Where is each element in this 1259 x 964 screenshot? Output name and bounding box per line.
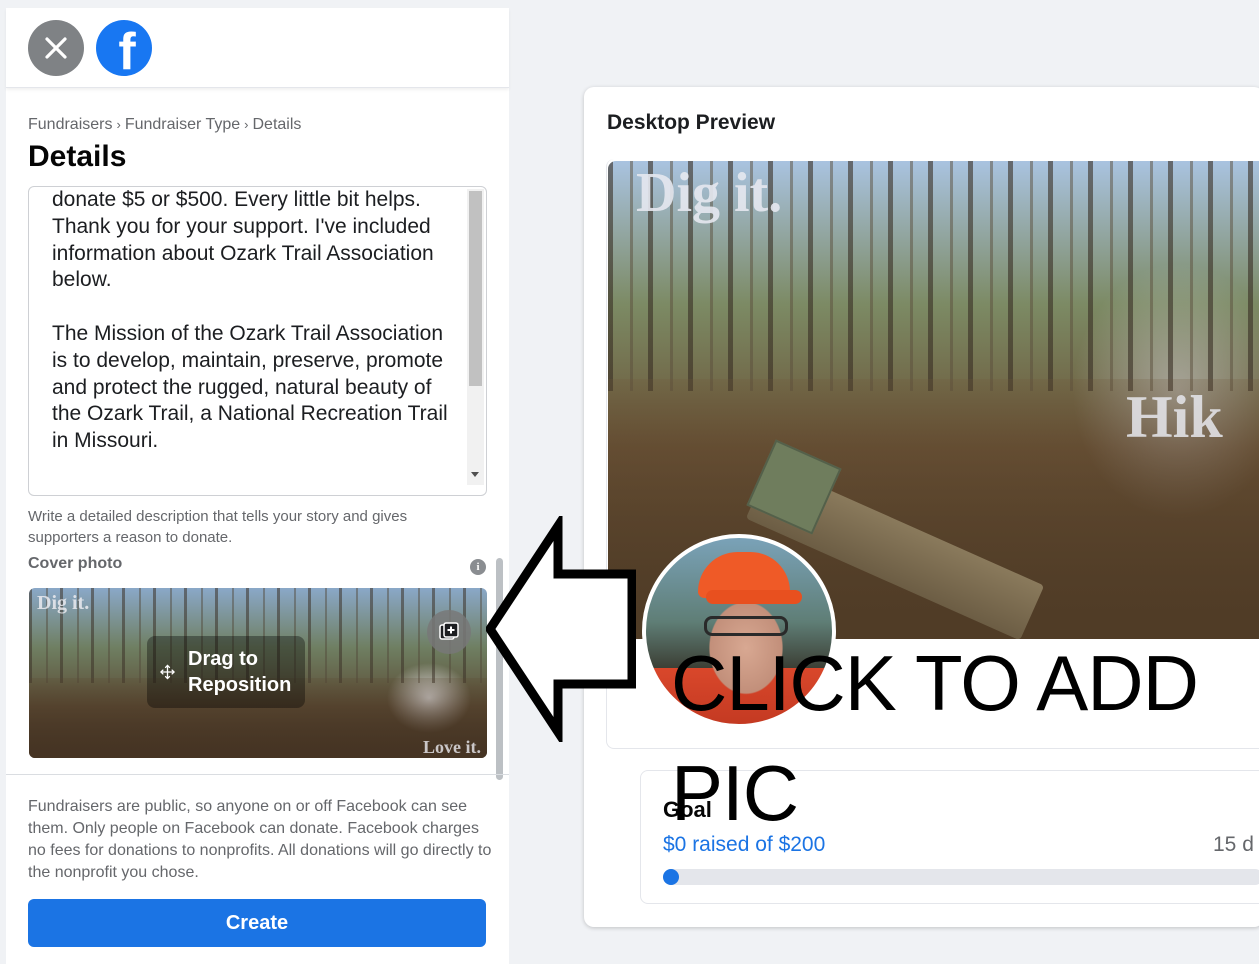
drag-to-reposition-hint[interactable]: Drag to Reposition	[147, 636, 305, 708]
drag-to-reposition-text: Drag to Reposition	[188, 648, 292, 696]
preview-title: Desktop Preview	[607, 111, 776, 134]
divider	[6, 774, 509, 775]
change-cover-photo-button[interactable]	[427, 610, 471, 654]
facebook-logo-glyph: f	[118, 23, 136, 76]
annotation-arrow-icon	[486, 516, 636, 742]
click-to-add-pic-annotation: CLICK TO ADD PIC	[671, 639, 1199, 837]
scroll-down-arrow-icon[interactable]	[471, 472, 479, 477]
preview-cover-right-text: Hik	[1126, 384, 1223, 450]
details-panel: f Fundraisers › Fundraiser Type › Details De…	[6, 8, 509, 964]
facebook-logo-icon[interactable]: f	[96, 20, 152, 76]
breadcrumb: Fundraisers › Fundraiser Type › Details	[28, 116, 301, 134]
goal-progress-fill	[663, 869, 679, 885]
cover-photo-label: Cover photo	[28, 555, 123, 572]
close-icon	[45, 37, 67, 59]
goal-progress-bar	[663, 869, 1259, 885]
cover-photo-bottom-text: Love it.	[423, 737, 481, 757]
cover-photo-top-text: Dig it.	[37, 592, 90, 614]
breadcrumb-fundraisers[interactable]: Fundraisers	[28, 116, 112, 133]
preview-cover-top-text: Dig it.	[636, 162, 783, 224]
move-arrows-icon	[160, 664, 175, 680]
info-icon[interactable]: i	[470, 559, 486, 575]
description-help-text: Write a detailed description that tells …	[28, 508, 408, 546]
fundraiser-editor-page: f Fundraisers › Fundraiser Type › Details De…	[0, 0, 1259, 964]
goal-days-left: 15 d	[1213, 833, 1254, 856]
page-title: Details	[28, 140, 127, 173]
breadcrumb-fundraiser-type[interactable]: Fundraiser Type	[125, 116, 240, 133]
avatar-hat-brim	[706, 590, 802, 604]
breadcrumb-separator: ›	[116, 117, 121, 132]
description-scrollbar-thumb[interactable]	[469, 191, 482, 386]
top-bar: f	[6, 8, 509, 88]
breadcrumb-details: Details	[252, 116, 302, 133]
public-notice-text: Fundraisers are public, so anyone on or …	[28, 798, 492, 881]
breadcrumb-separator: ›	[244, 117, 249, 132]
description-value[interactable]: donate $5 or $500. Every little bit help…	[52, 187, 462, 455]
description-scrollbar[interactable]	[467, 189, 484, 485]
description-textarea[interactable]: donate $5 or $500. Every little bit help…	[28, 186, 487, 496]
close-button[interactable]	[28, 20, 84, 76]
create-button[interactable]: Create	[28, 899, 486, 947]
cover-photo[interactable]: Dig it. Love it. Drag to Reposition	[29, 588, 487, 758]
add-photo-icon	[439, 622, 459, 640]
